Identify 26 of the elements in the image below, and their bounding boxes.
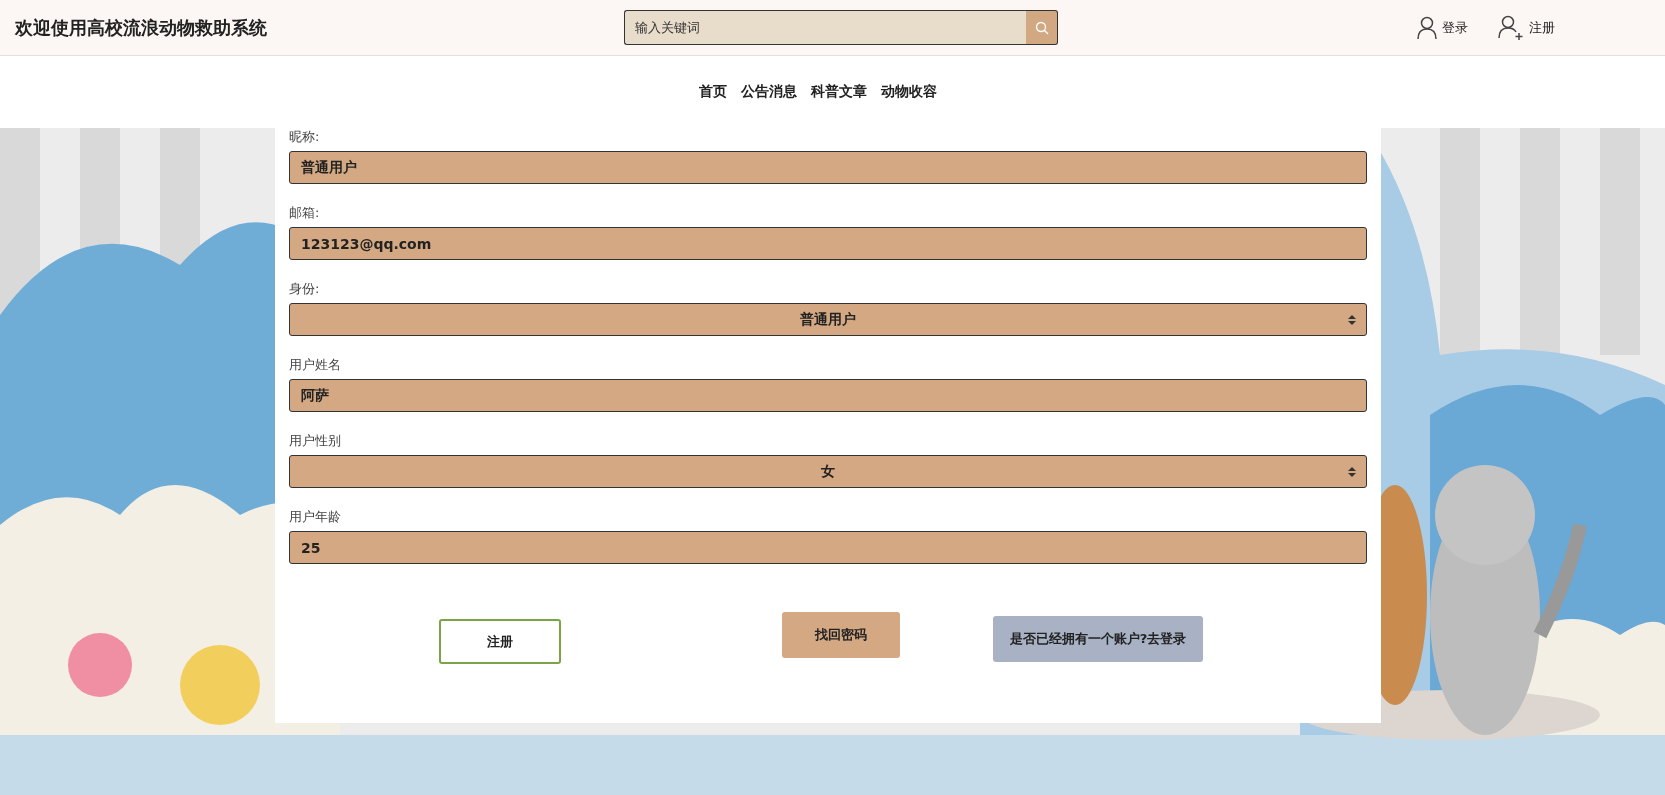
login-link[interactable]: 登录	[1417, 14, 1468, 41]
sort-arrows-icon	[1348, 315, 1356, 325]
nav-link[interactable]: 科普文章	[810, 83, 867, 101]
input-field[interactable]: 25	[289, 531, 1367, 564]
select-field[interactable]: 女	[289, 455, 1367, 488]
recover-password-button[interactable]: 找回密码	[782, 611, 900, 658]
input-field[interactable]: 普通用户	[289, 151, 1367, 184]
nav-link[interactable]: 动物收容	[880, 83, 937, 101]
field-label: 昵称:	[289, 128, 320, 146]
field-label: 身份:	[289, 280, 320, 298]
field-label: 用户姓名	[289, 356, 341, 374]
sort-arrows-icon	[1348, 467, 1356, 477]
user-add-icon	[1498, 14, 1524, 41]
user-icon	[1417, 15, 1437, 40]
field-label: 用户年龄	[289, 508, 341, 526]
register-button[interactable]: 注册	[439, 619, 561, 664]
register-link[interactable]: 注册	[1498, 14, 1555, 41]
site-title: 欢迎使用高校流浪动物救助系统	[15, 15, 268, 40]
field-label: 邮箱:	[289, 204, 320, 222]
login-link-button[interactable]: 是否已经拥有一个账户?去登录	[993, 615, 1203, 662]
input-field[interactable]: 123123@qq.com	[289, 227, 1367, 260]
input-field[interactable]: 阿萨	[289, 379, 1367, 412]
nav-link[interactable]: 首页	[698, 83, 727, 101]
field-label: 用户性别	[289, 432, 341, 450]
select-field[interactable]: 普通用户	[289, 303, 1367, 336]
nav-link[interactable]: 公告消息	[740, 83, 797, 101]
